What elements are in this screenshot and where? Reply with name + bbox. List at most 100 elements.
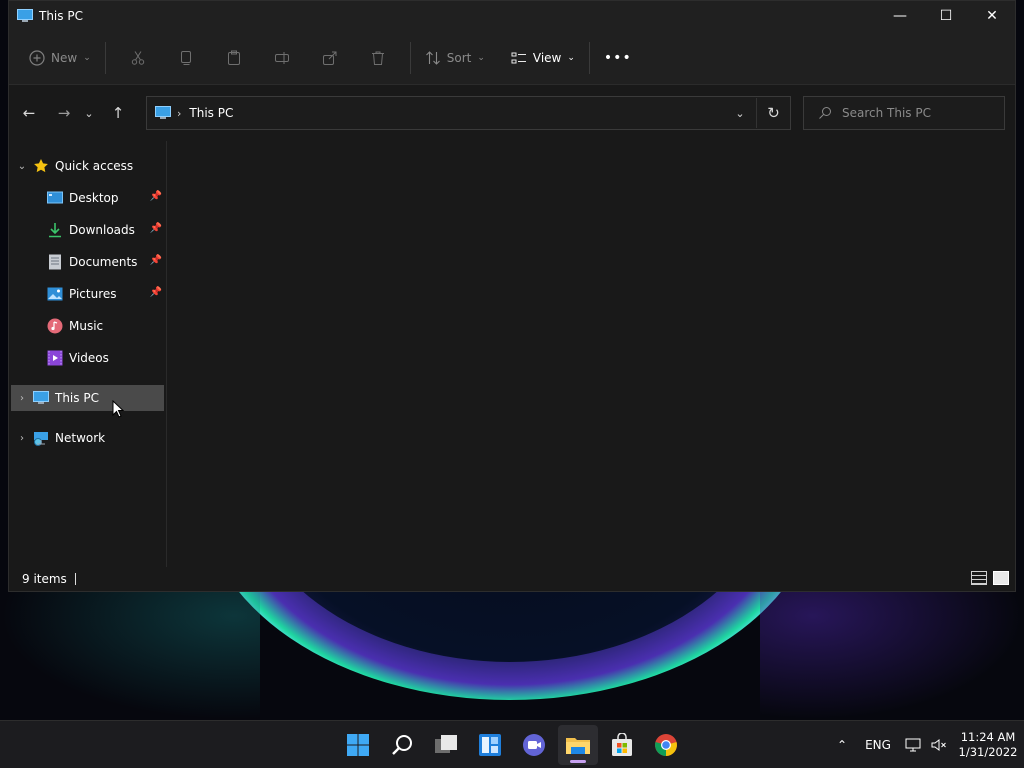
status-bar: 9 items [9,567,1015,591]
refresh-button[interactable]: ↻ [756,98,790,128]
forward-button[interactable]: → [49,98,79,128]
chevron-up-icon: ⌃ [836,738,848,752]
sidebar-item-network[interactable]: › Network [11,425,164,451]
pin-icon[interactable]: 📌 [150,191,162,202]
search-icon [819,107,831,119]
task-view-icon [435,735,457,753]
task-view-button[interactable] [426,725,466,765]
sidebar-item-videos[interactable]: Videos [11,345,164,371]
paste-button[interactable] [210,42,258,74]
delete-button[interactable] [354,42,402,74]
sidebar-item-this-pc[interactable]: › This PC [11,385,164,411]
sidebar-item-label: Quick access [55,159,134,173]
documents-icon [47,254,63,270]
clock[interactable]: 11:24 AM 1/31/2022 [952,730,1024,760]
chat-button[interactable] [514,725,554,765]
paste-icon [227,50,240,65]
rename-icon [274,51,289,64]
system-tray: ⌃ ENG 11:24 AM 1/31/2022 [828,721,1024,768]
this-pc-icon [17,9,33,22]
view-icon [511,52,526,63]
new-button[interactable]: New ⌄ [23,42,97,74]
back-button[interactable]: ← [14,98,44,128]
sidebar-item-quick-access[interactable]: ⌄ Quick access [11,153,164,179]
share-icon [322,51,337,65]
address-bar-actions: ⌄ ↻ [724,97,790,129]
chevron-right-icon[interactable]: › [11,433,33,444]
search-input[interactable]: Search This PC [842,106,931,120]
address-history-button[interactable]: ⌄ [724,98,756,128]
title-bar[interactable]: This PC — ☐ ✕ [9,1,1015,31]
taskbar-search-button[interactable] [382,725,422,765]
share-button[interactable] [306,42,354,74]
command-separator [588,41,590,74]
file-explorer-taskbar-button[interactable] [558,725,598,765]
large-icons-view-button[interactable] [993,571,1009,585]
chevron-down-icon: ⌄ [477,52,485,63]
sidebar-item-desktop[interactable]: Desktop 📌 [11,185,164,211]
sort-icon [425,50,440,65]
volume-muted-icon [931,739,946,751]
videos-icon [47,350,63,366]
address-bar[interactable]: › This PC ⌄ ↻ [146,96,791,130]
cut-button[interactable] [114,42,162,74]
chrome-button[interactable] [646,725,686,765]
store-button[interactable] [602,725,642,765]
sidebar-item-pictures[interactable]: Pictures 📌 [11,281,164,307]
sidebar-item-label: Documents [69,255,138,269]
status-separator [74,573,76,585]
wallpaper-glow-left [0,590,260,720]
sidebar-item-music[interactable]: Music [11,313,164,339]
network-status-button[interactable] [900,738,926,752]
pin-icon[interactable]: 📌 [150,255,162,266]
sidebar-item-label: Desktop [69,191,119,205]
desktop-icon [47,190,63,206]
up-button[interactable]: ↑ [103,98,133,128]
minimize-button[interactable]: — [877,1,923,31]
sidebar-item-documents[interactable]: Documents 📌 [11,249,164,275]
sidebar-item-label: Pictures [69,287,117,301]
volume-button[interactable] [926,738,952,752]
running-indicator [570,760,586,763]
start-button[interactable] [338,725,378,765]
chevron-right-icon[interactable]: › [11,393,33,404]
file-content-area[interactable] [167,141,1015,567]
widgets-button[interactable] [470,725,510,765]
this-pc-icon [33,390,49,406]
chevron-down-icon[interactable]: ⌄ [11,161,33,172]
copy-icon [180,50,191,65]
cut-icon [131,50,144,65]
recent-locations-button[interactable]: ⌄ [79,98,99,128]
pictures-icon [47,286,63,302]
star-icon [33,158,49,174]
view-button[interactable]: View ⌄ [505,42,581,74]
wallpaper-glow-right [760,590,1024,720]
arrow-left-icon: ← [22,104,36,122]
more-options-button[interactable]: ••• [598,42,638,74]
maximize-button[interactable]: ☐ [923,1,969,31]
pin-icon[interactable]: 📌 [150,223,162,234]
copy-button[interactable] [162,42,210,74]
chat-icon [523,734,545,756]
sort-label: Sort [446,50,472,65]
breadcrumb-this-pc[interactable]: This PC [189,106,233,120]
sidebar-item-label: Downloads [69,223,135,237]
search-box[interactable]: Search This PC [803,96,1005,130]
window-controls: — ☐ ✕ [877,1,1015,31]
taskbar: ⌃ ENG 11:24 AM 1/31/2022 [0,720,1024,768]
show-hidden-icons-button[interactable]: ⌃ [828,738,856,752]
arrow-right-icon: → [57,104,71,122]
pin-icon[interactable]: 📌 [150,287,162,298]
sidebar-item-downloads[interactable]: Downloads 📌 [11,217,164,243]
window-title: This PC [39,9,83,23]
rename-button[interactable] [258,42,306,74]
close-button[interactable]: ✕ [969,1,1015,31]
details-view-button[interactable] [971,571,987,585]
language-indicator[interactable]: ENG [856,738,900,752]
breadcrumb-separator[interactable]: › [177,107,181,120]
explorer-body: ⌄ Quick access Desktop 📌 Downloads 📌 Doc… [9,141,1015,567]
sort-button[interactable]: Sort ⌄ [419,42,491,74]
arrow-up-icon: ↑ [111,104,125,122]
music-icon [47,318,63,334]
mouse-cursor-icon [112,400,124,418]
